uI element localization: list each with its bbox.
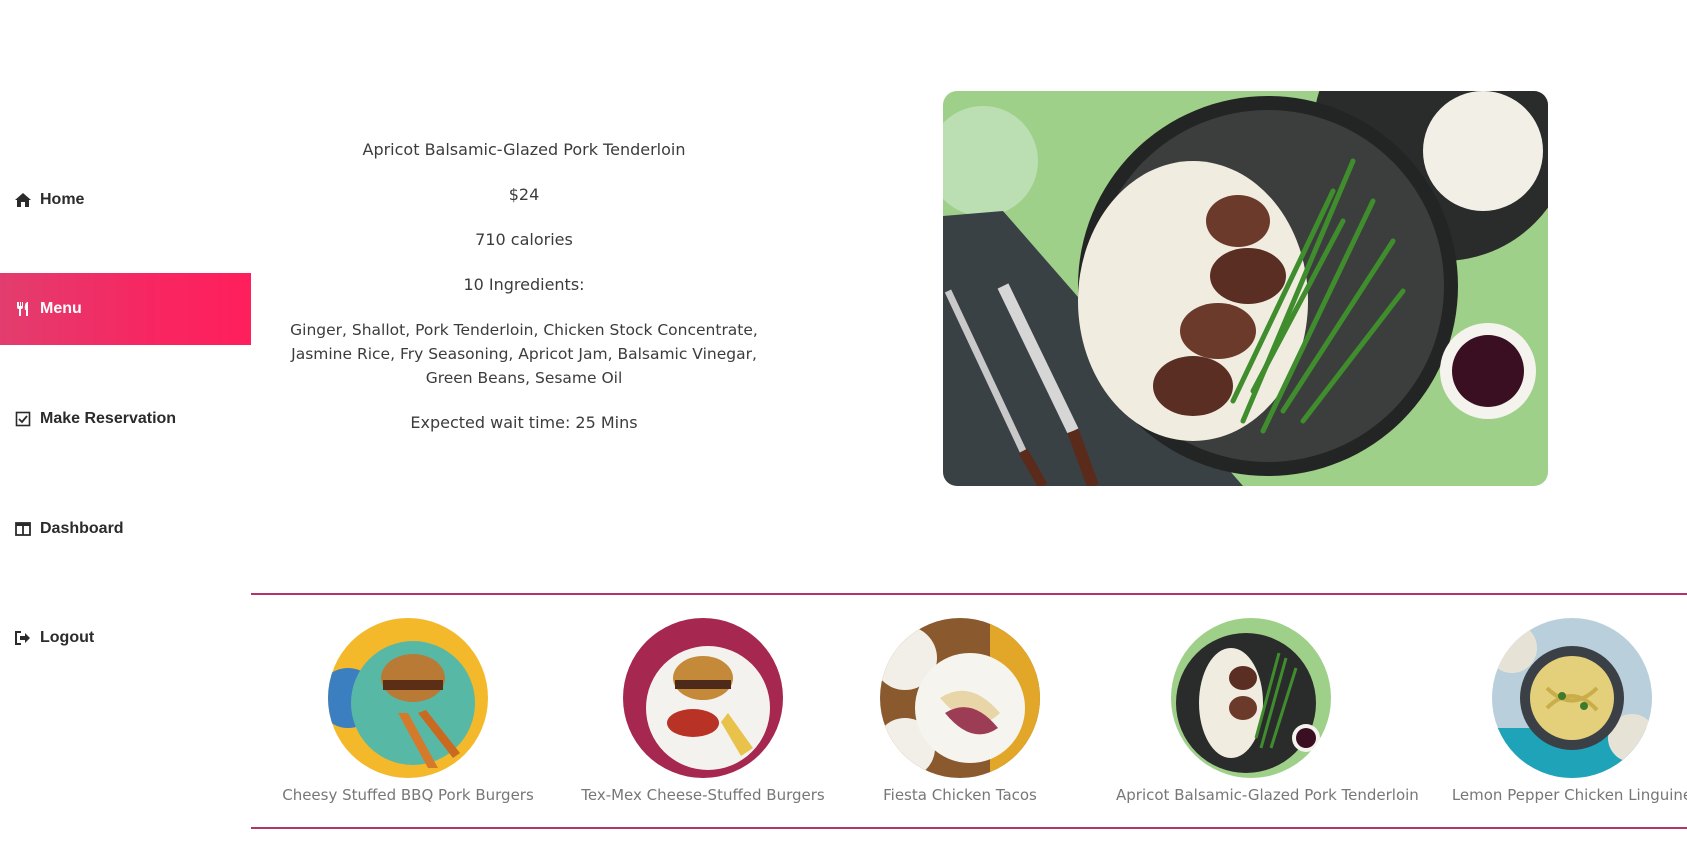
carousel-item[interactable]: Lemon Pepper Chicken Linguine bbox=[1437, 618, 1687, 804]
sidebar-item-label: Menu bbox=[40, 300, 82, 317]
dish-price: $24 bbox=[508, 185, 540, 204]
home-icon bbox=[14, 192, 32, 208]
sidebar-item-label: Make Reservation bbox=[40, 410, 177, 427]
utensils-icon bbox=[14, 301, 32, 317]
carousel-item[interactable]: Tex-Mex Cheese-Stuffed Burgers bbox=[568, 618, 838, 804]
dish-thumbnail bbox=[880, 618, 1040, 778]
ingredients-heading: 10 Ingredients: bbox=[463, 275, 585, 294]
carousel-item-label: Tex-Mex Cheese-Stuffed Burgers bbox=[581, 786, 825, 804]
sidebar: Home Menu Make Reservation Dashboard Log… bbox=[0, 0, 251, 842]
sidebar-item-logout[interactable]: Logout bbox=[0, 602, 251, 674]
sidebar-item-home[interactable]: Home bbox=[0, 164, 251, 236]
carousel-item-label: Fiesta Chicken Tacos bbox=[883, 786, 1037, 804]
menu-carousel: Cheesy Stuffed BBQ Pork Burgers Tex-Mex … bbox=[251, 595, 1687, 827]
sign-out-icon bbox=[14, 630, 32, 646]
dish-name: Apricot Balsamic-Glazed Pork Tenderloin bbox=[362, 140, 686, 159]
carousel-item[interactable]: Fiesta Chicken Tacos bbox=[825, 618, 1095, 804]
columns-icon bbox=[14, 521, 32, 537]
dish-hero-image bbox=[943, 91, 1548, 486]
carousel-item[interactable]: Cheesy Stuffed BBQ Pork Burgers bbox=[273, 618, 543, 804]
sidebar-item-label: Dashboard bbox=[40, 520, 124, 537]
checkbox-icon bbox=[14, 411, 32, 427]
dish-thumbnail bbox=[328, 618, 488, 778]
ingredients-list: Ginger, Shallot, Pork Tenderloin, Chicke… bbox=[290, 321, 758, 387]
sidebar-item-dashboard[interactable]: Dashboard bbox=[0, 493, 251, 565]
dish-calories: 710 calories bbox=[475, 230, 573, 249]
carousel-item-label: Cheesy Stuffed BBQ Pork Burgers bbox=[282, 786, 534, 804]
sidebar-item-label: Home bbox=[40, 191, 85, 208]
dish-details: Apricot Balsamic-Glazed Pork Tenderloin … bbox=[279, 138, 769, 456]
wait-time: Expected wait time: 25 Mins bbox=[410, 413, 638, 432]
sidebar-item-make-reservation[interactable]: Make Reservation bbox=[0, 383, 251, 455]
sidebar-item-label: Logout bbox=[40, 629, 95, 646]
carousel-item-label: Apricot Balsamic-Glazed Pork Tenderloin bbox=[1116, 786, 1419, 804]
dish-thumbnail bbox=[623, 618, 783, 778]
sidebar-item-menu[interactable]: Menu bbox=[0, 273, 251, 345]
dish-thumbnail bbox=[1492, 618, 1652, 778]
dish-thumbnail bbox=[1171, 618, 1331, 778]
carousel-item-label: Lemon Pepper Chicken Linguine bbox=[1451, 786, 1687, 804]
carousel-bottom-divider bbox=[251, 827, 1687, 829]
carousel-item[interactable]: Apricot Balsamic-Glazed Pork Tenderloin bbox=[1116, 618, 1419, 804]
